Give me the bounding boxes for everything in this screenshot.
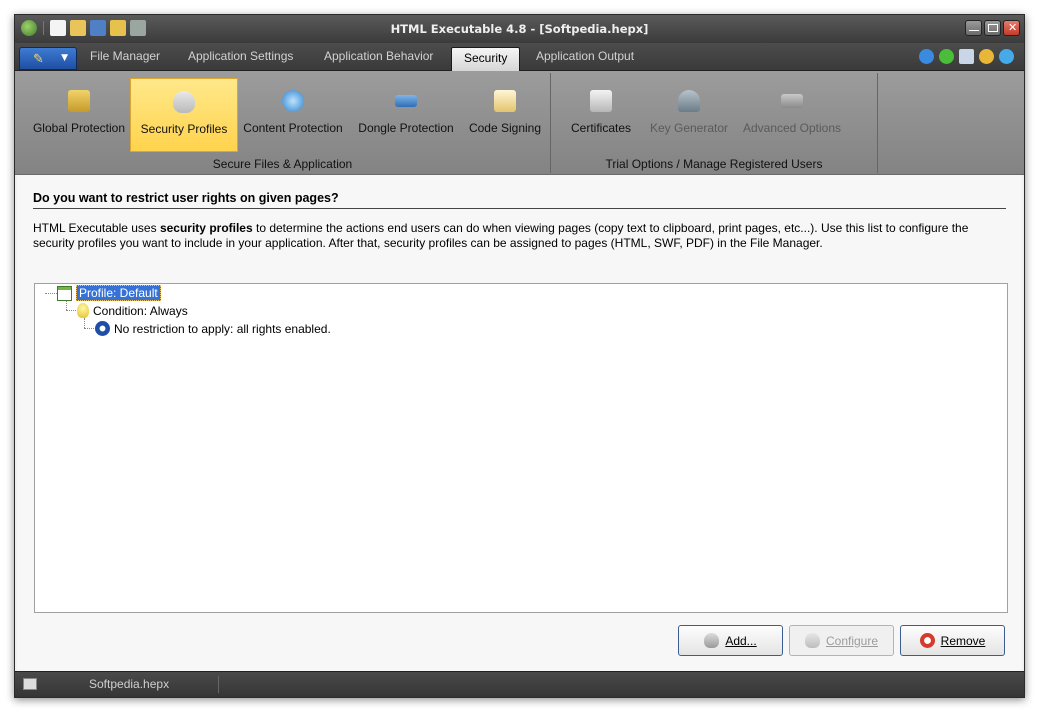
tree-node-condition[interactable]: Condition: Always — [77, 303, 188, 318]
ribbon-group-trial-options: Certificates Key Generator Advanced Opti… — [551, 73, 878, 173]
profile-icon — [57, 285, 72, 301]
code-signing-button[interactable]: Code Signing — [463, 78, 547, 152]
update-icon[interactable] — [939, 49, 954, 64]
page-title: Do you want to restrict user rights on g… — [33, 191, 339, 205]
content-protection-button[interactable]: Content Protection — [239, 78, 347, 152]
ribbon-group-label: Trial Options / Manage Registered Users — [605, 157, 823, 171]
maximize-button[interactable] — [984, 20, 1001, 36]
add-button[interactable]: Add... — [678, 625, 783, 656]
security-profiles-panel: Do you want to restrict user rights on g… — [17, 175, 1022, 671]
key-generator-button[interactable]: Key Generator — [645, 78, 733, 152]
minimize-button[interactable] — [965, 20, 982, 36]
user-key-icon — [678, 90, 700, 112]
lock-icon — [68, 90, 90, 112]
title-bar: HTML Executable 4.8 - [Softpedia.hepx] ✕ — [15, 15, 1024, 43]
configure-button[interactable]: Configure — [789, 625, 894, 656]
info-icon — [95, 321, 110, 336]
divider — [33, 208, 1006, 209]
wand-icon: ✎ — [33, 52, 44, 67]
ribbon: Global Protection Security Profiles Cont… — [15, 71, 1024, 175]
usb-key-icon — [395, 95, 417, 107]
help-toolbar — [919, 49, 1014, 64]
ribbon-tab-bar: ✎ ▼ File Manager Application Settings Ap… — [15, 43, 1024, 71]
status-filename: Softpedia.hepx — [89, 677, 170, 691]
description-text: HTML Executable uses security profiles t… — [33, 221, 969, 250]
shield-check-icon — [804, 633, 820, 648]
tab-file-manager[interactable]: File Manager — [90, 49, 160, 63]
certificate-icon — [494, 90, 516, 112]
lightbulb-icon — [77, 303, 89, 318]
advanced-options-button[interactable]: Advanced Options — [737, 78, 847, 152]
chevron-down-icon: ▼ — [61, 53, 68, 63]
dongle-protection-button[interactable]: Dongle Protection — [354, 78, 458, 152]
tab-application-output[interactable]: Application Output — [536, 49, 634, 63]
tab-security[interactable]: Security — [451, 47, 521, 71]
tree-node-profile[interactable]: Profile: Default — [57, 285, 161, 301]
certificates-button[interactable]: Certificates — [561, 78, 641, 152]
community-icon[interactable] — [959, 49, 974, 64]
shield-add-icon — [704, 633, 720, 648]
security-profiles-button[interactable]: Security Profiles — [130, 78, 238, 152]
remove-button[interactable]: Remove — [900, 625, 1005, 656]
security-profiles-tree[interactable]: Profile: Default Condition: Always No re… — [34, 283, 1008, 613]
help-icon[interactable] — [919, 49, 934, 64]
certificate-doc-icon — [590, 90, 612, 112]
shield-icon — [173, 91, 195, 113]
register-icon[interactable] — [979, 49, 994, 64]
window-title: HTML Executable 4.8 - [Softpedia.hepx] — [390, 22, 649, 36]
eye-icon — [282, 90, 304, 112]
close-button[interactable]: ✕ — [1003, 20, 1020, 36]
app-window: HTML Executable 4.8 - [Softpedia.hepx] ✕… — [14, 14, 1025, 698]
options-icon — [781, 94, 803, 108]
remove-icon — [919, 633, 935, 648]
twitter-icon[interactable] — [999, 49, 1014, 64]
tab-application-behavior[interactable]: Application Behavior — [324, 49, 433, 63]
global-protection-button[interactable]: Global Protection — [27, 78, 131, 152]
document-icon — [23, 678, 37, 690]
app-menu-button[interactable]: ✎ ▼ — [19, 47, 77, 70]
status-bar: Softpedia.hepx — [15, 671, 1024, 697]
ribbon-group-secure-files: Global Protection Security Profiles Cont… — [15, 73, 551, 173]
tree-node-restriction[interactable]: No restriction to apply: all rights enab… — [95, 321, 331, 336]
ribbon-group-label: Secure Files & Application — [212, 157, 353, 171]
tab-application-settings[interactable]: Application Settings — [188, 49, 293, 63]
